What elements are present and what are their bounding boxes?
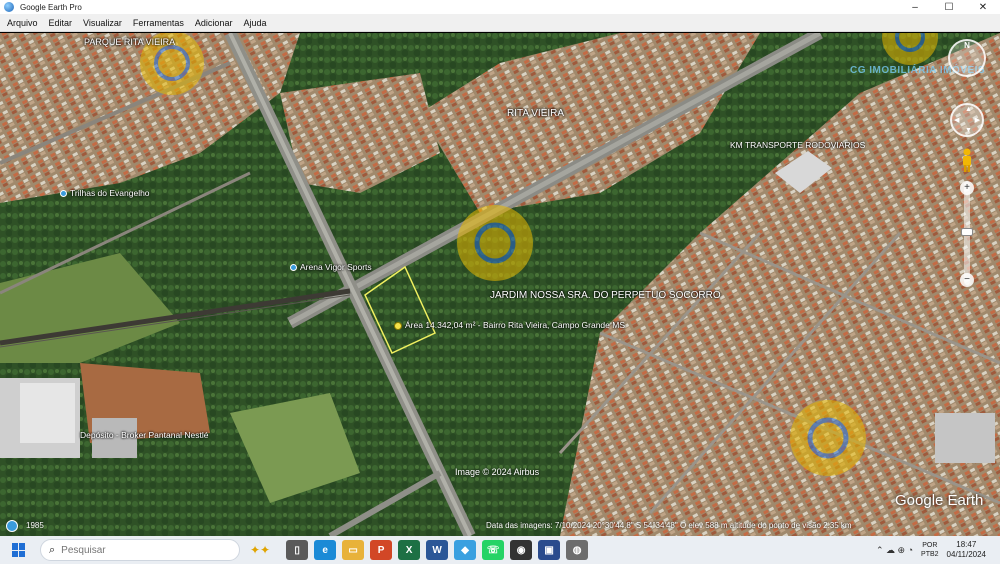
status-bar: Data das imagens: 7/10/2024 20°30'44.8" … — [486, 521, 852, 530]
start-button[interactable] — [12, 543, 26, 557]
app-icon[interactable]: ▣ — [538, 540, 561, 560]
menu-adicionar[interactable]: Adicionar — [191, 18, 237, 28]
system-tray: ⌃ ☁ ⊕ ◔ POR PTB2 18:47 04/11/2024 — [876, 536, 1000, 564]
label-jardim: JARDIM NOSSA SRA. DO PERPETUO SOCORRO — [490, 290, 721, 301]
photos-icon[interactable]: ◆ — [454, 540, 477, 560]
zoom-in-button[interactable]: + — [960, 181, 974, 195]
label-nestle: Depósito - Broker Pantanal Nestlé — [80, 430, 209, 440]
poi-icon — [60, 190, 67, 198]
arrow-left-icon: ◀ — [954, 117, 960, 124]
label-parque-rita-vieira: PARQUE RITA VIEIRA — [84, 37, 176, 47]
poi-icon — [290, 264, 297, 272]
search-input[interactable] — [61, 544, 182, 556]
zoom-out-button[interactable]: − — [960, 273, 974, 287]
placemark-area[interactable]: Área 14.342,04 m² - Bairro Rita Vieira, … — [394, 320, 625, 330]
label-trilhas: Trilhas do Evangelho — [60, 188, 150, 198]
language-indicator[interactable]: POR PTB2 — [921, 541, 939, 559]
menu-ferramentas[interactable]: Ferramentas — [129, 18, 188, 28]
google-earth-icon — [4, 2, 14, 12]
taskbar: ⌕ ✦✦ ▯ e ▭ P X W ◆ ☏ ◉ ▣ ◍ ⌃ ☁ ⊕ ◔ POR P… — [0, 536, 1000, 564]
menu-arquivo[interactable]: Arquivo — [3, 18, 42, 28]
search-icon: ⌕ — [49, 543, 56, 556]
window-controls: – ☐ ✕ — [898, 0, 1000, 14]
menu-visualizar[interactable]: Visualizar — [79, 18, 126, 28]
google-earth-logo: Google Earth — [895, 492, 984, 509]
google-earth-taskbar-icon[interactable]: ◍ — [566, 540, 589, 560]
tray-icons[interactable]: ⌃ ☁ ⊕ ◔ — [876, 545, 913, 556]
map-view[interactable]: CG IMOBILIÁRIA IMÓVEIS PARQUE RITA VIEIR… — [0, 33, 1000, 536]
label-rita-vieira: RITA VIEIRA — [507, 108, 565, 119]
label-arena: Arena Vigor Sports — [290, 262, 372, 272]
obs-icon[interactable]: ◉ — [510, 540, 533, 560]
north-icon: N — [964, 41, 970, 50]
arrow-right-icon: ▶ — [974, 117, 980, 124]
taskbar-search[interactable]: ⌕ — [40, 539, 240, 561]
label-km-transporte: KM TRANSPORTE RODOVIARIOS — [730, 140, 866, 150]
file-explorer-icon[interactable]: ▭ — [342, 540, 365, 560]
arrow-down-icon: ▼ — [965, 127, 972, 134]
arrow-up-icon: ▲ — [965, 106, 972, 113]
menu-bar: Arquivo Editar Visualizar Ferramentas Ad… — [0, 14, 1000, 32]
maximize-button[interactable]: ☐ — [932, 0, 966, 14]
menu-editar[interactable]: Editar — [45, 18, 77, 28]
window-title: Google Earth Pro — [20, 2, 82, 12]
word-icon[interactable]: W — [426, 540, 449, 560]
satellite-imagery — [0, 33, 1000, 536]
title-bar: Google Earth Pro – ☐ ✕ — [0, 0, 1000, 14]
placemark-pin-icon — [394, 321, 402, 330]
excel-icon[interactable]: X — [398, 540, 421, 560]
close-button[interactable]: ✕ — [966, 0, 1000, 14]
pegman-icon[interactable] — [961, 148, 973, 172]
zoom-thumb[interactable] — [961, 228, 973, 236]
whatsapp-icon[interactable]: ☏ — [482, 540, 505, 560]
clock[interactable]: 18:47 04/11/2024 — [947, 540, 986, 560]
look-control[interactable]: ▲ ▼ ◀ ▶ — [950, 103, 984, 137]
historical-imagery-icon[interactable] — [6, 520, 18, 532]
copilot-sparkle-icon[interactable]: ✦✦ — [250, 543, 270, 557]
menu-ajuda[interactable]: Ajuda — [239, 18, 270, 28]
image-attribution: Image © 2024 Airbus — [455, 467, 540, 477]
minimize-button[interactable]: – — [898, 0, 932, 14]
task-view-icon[interactable]: ▯ — [286, 540, 309, 560]
imagery-year: 1985 — [26, 521, 44, 530]
edge-icon[interactable]: e — [314, 540, 337, 560]
powerpoint-icon[interactable]: P — [370, 540, 393, 560]
compass-control[interactable]: N — [948, 39, 986, 77]
